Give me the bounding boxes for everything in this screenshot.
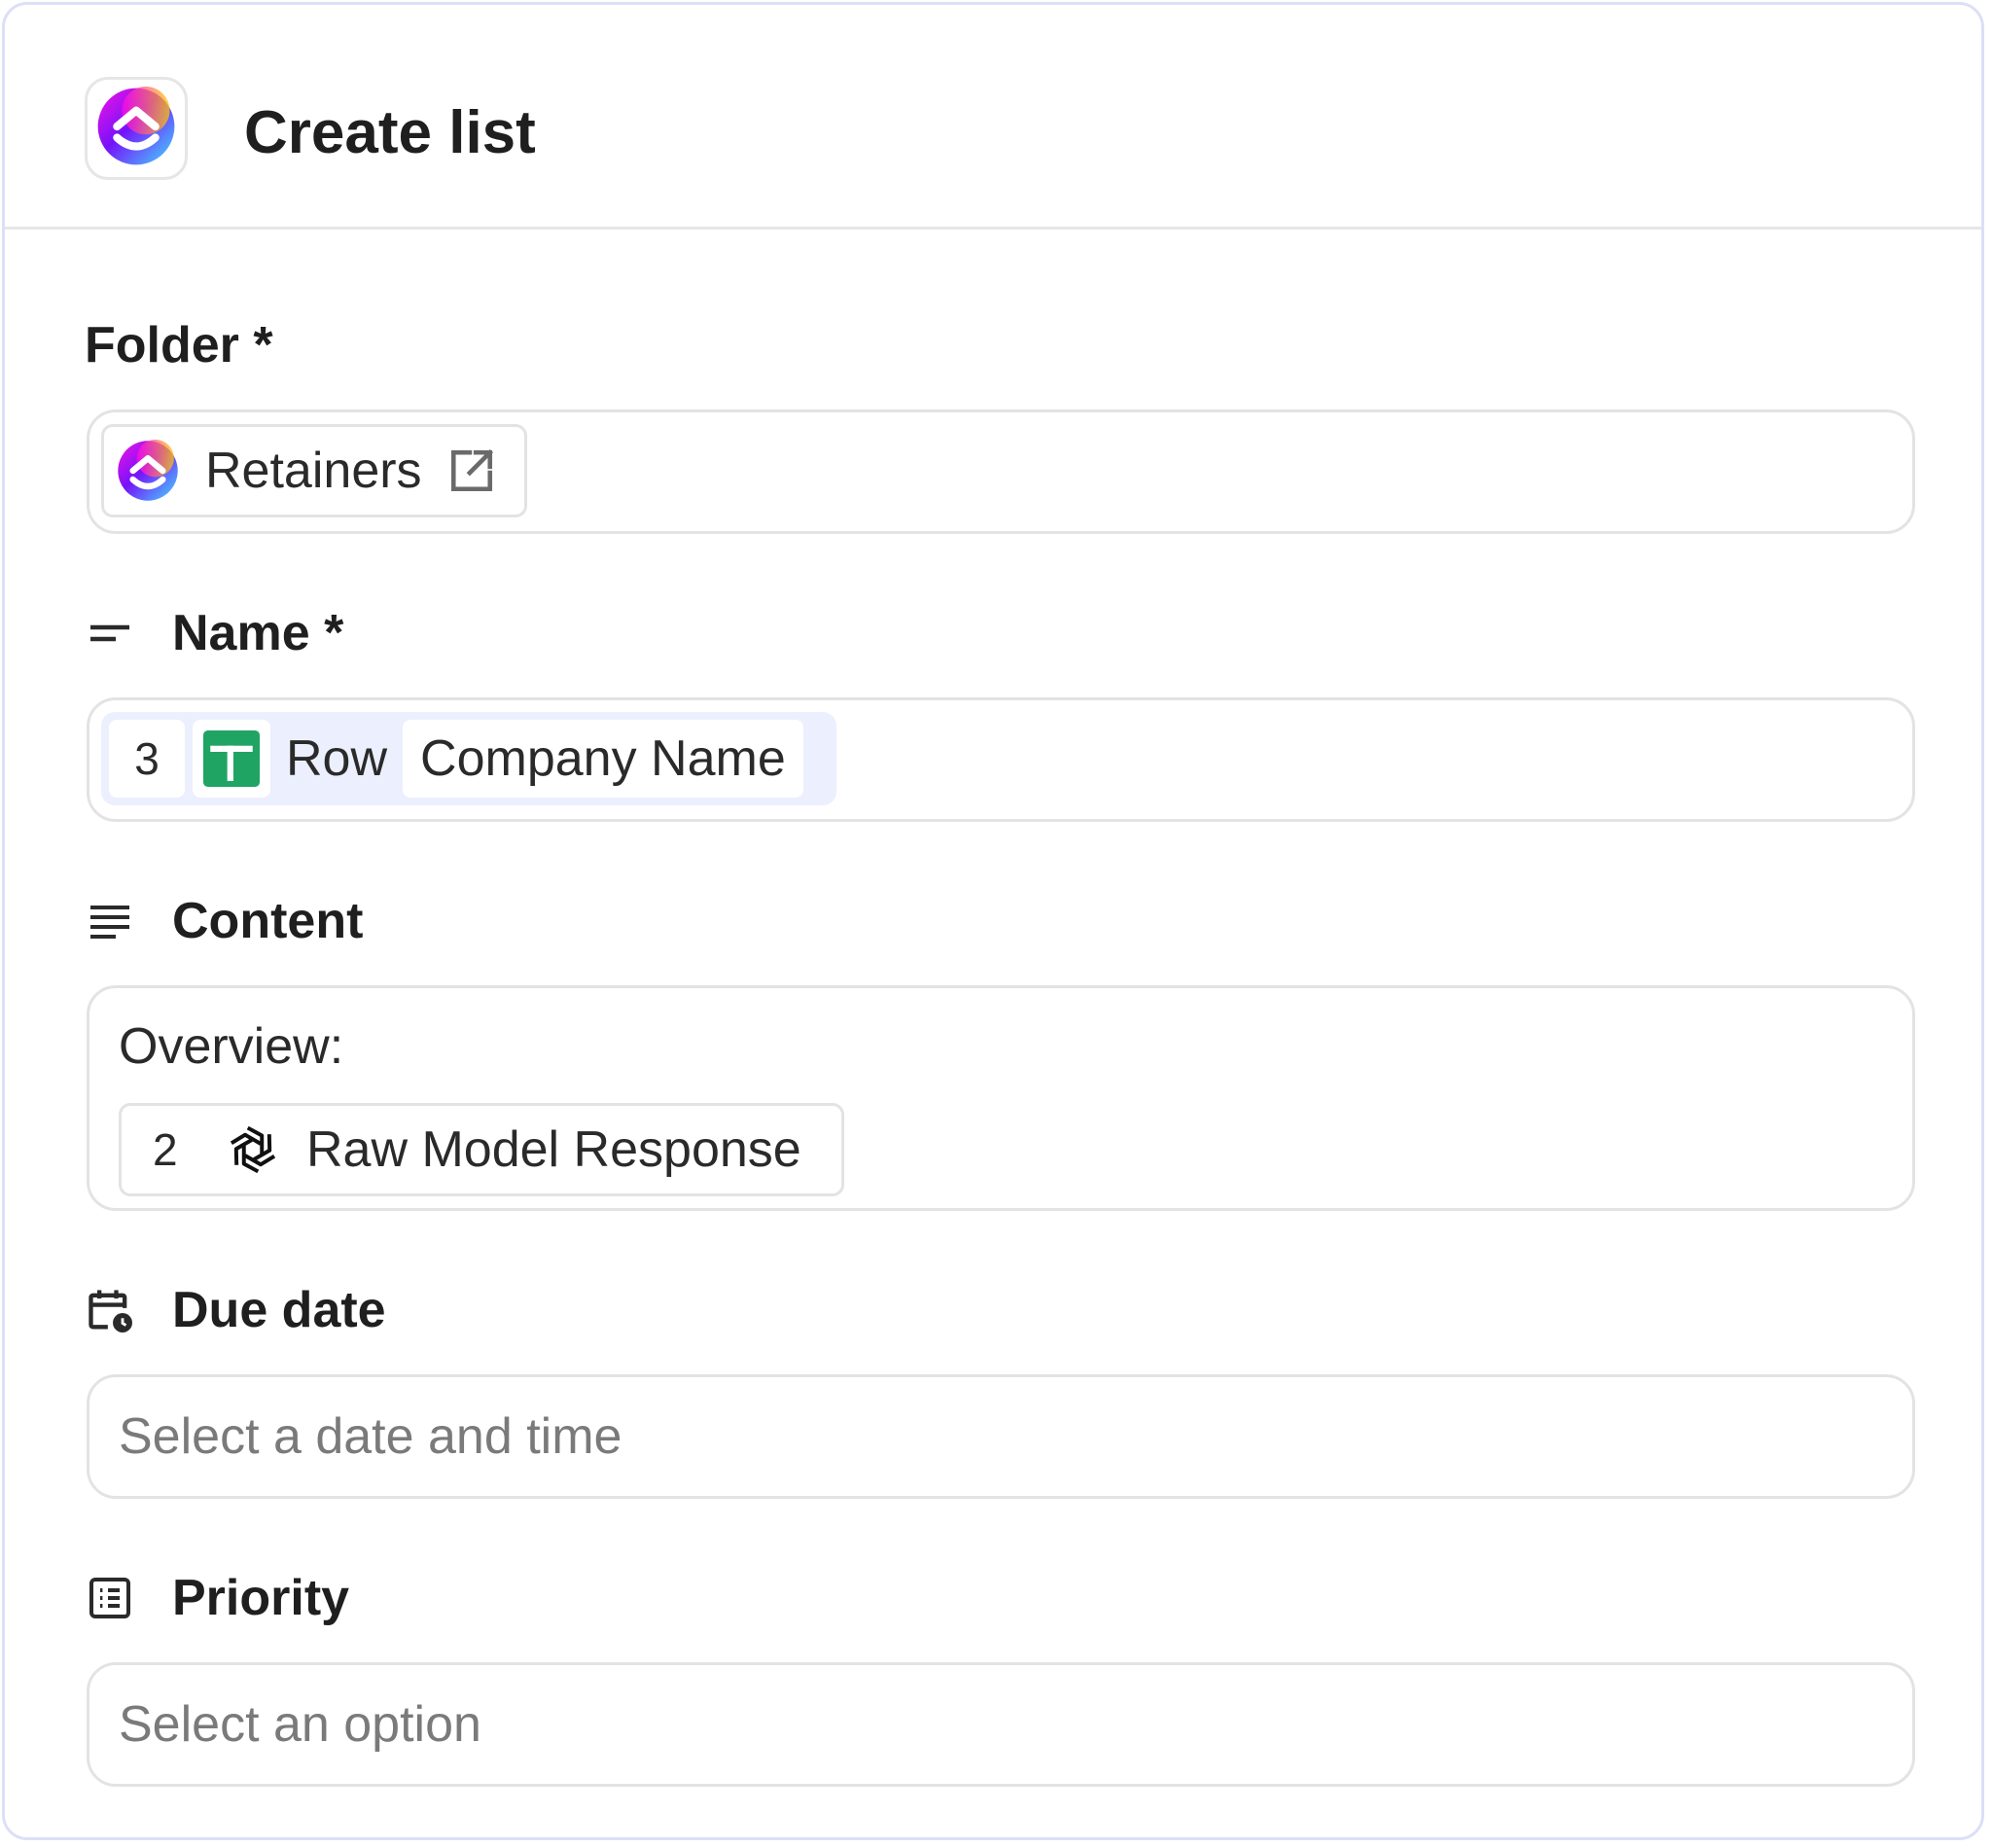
- panel-header: Create list: [5, 5, 1981, 230]
- page-title: Create list: [244, 99, 536, 166]
- name-token-step: 3: [109, 720, 185, 798]
- content-token-step: 2: [153, 1124, 178, 1175]
- long-text-icon: [85, 896, 135, 946]
- due-date-label-text: Due date: [172, 1282, 386, 1338]
- content-token-field: Raw Model Response: [306, 1121, 801, 1178]
- priority-placeholder: Select an option: [119, 1696, 481, 1753]
- folder-chip-label: Retainers: [205, 443, 422, 499]
- due-date-label: Due date: [85, 1281, 386, 1339]
- folder-label-text: Folder *: [85, 317, 273, 373]
- name-token[interactable]: 3 Row Company Name: [101, 712, 836, 805]
- clickup-logo-icon: [96, 86, 176, 171]
- content-label: Content: [85, 892, 363, 950]
- calendar-clock-icon: [85, 1285, 135, 1335]
- create-list-panel: Create list Folder * Retainers Name * 3 …: [2, 2, 1984, 1840]
- short-text-icon: [85, 608, 135, 658]
- folder-field[interactable]: Retainers: [87, 409, 1915, 534]
- content-token[interactable]: 2 Raw Model Response: [119, 1103, 844, 1196]
- name-token-prefix: Row: [286, 730, 388, 787]
- app-logo: [85, 77, 188, 180]
- folder-label: Folder *: [85, 316, 273, 374]
- priority-select[interactable]: Select an option: [87, 1662, 1915, 1787]
- due-date-input[interactable]: Select a date and time: [87, 1374, 1915, 1499]
- priority-label: Priority: [85, 1569, 349, 1627]
- google-sheets-icon: [193, 720, 270, 798]
- name-label: Name *: [85, 604, 343, 662]
- openai-icon: [221, 1118, 285, 1182]
- folder-chip[interactable]: Retainers: [101, 424, 527, 517]
- name-token-field: Company Name: [403, 720, 803, 798]
- content-field[interactable]: Overview: 2 Raw Model Response: [87, 985, 1915, 1211]
- name-label-text: Name *: [172, 605, 344, 661]
- due-date-placeholder: Select a date and time: [119, 1408, 622, 1465]
- clickup-logo-icon: [116, 439, 180, 503]
- content-label-text: Content: [172, 893, 364, 949]
- external-link-icon[interactable]: [447, 446, 496, 495]
- priority-label-text: Priority: [172, 1570, 350, 1626]
- content-text: Overview:: [119, 1018, 344, 1075]
- list-select-icon: [85, 1573, 135, 1623]
- name-field[interactable]: 3 Row Company Name: [87, 697, 1915, 822]
